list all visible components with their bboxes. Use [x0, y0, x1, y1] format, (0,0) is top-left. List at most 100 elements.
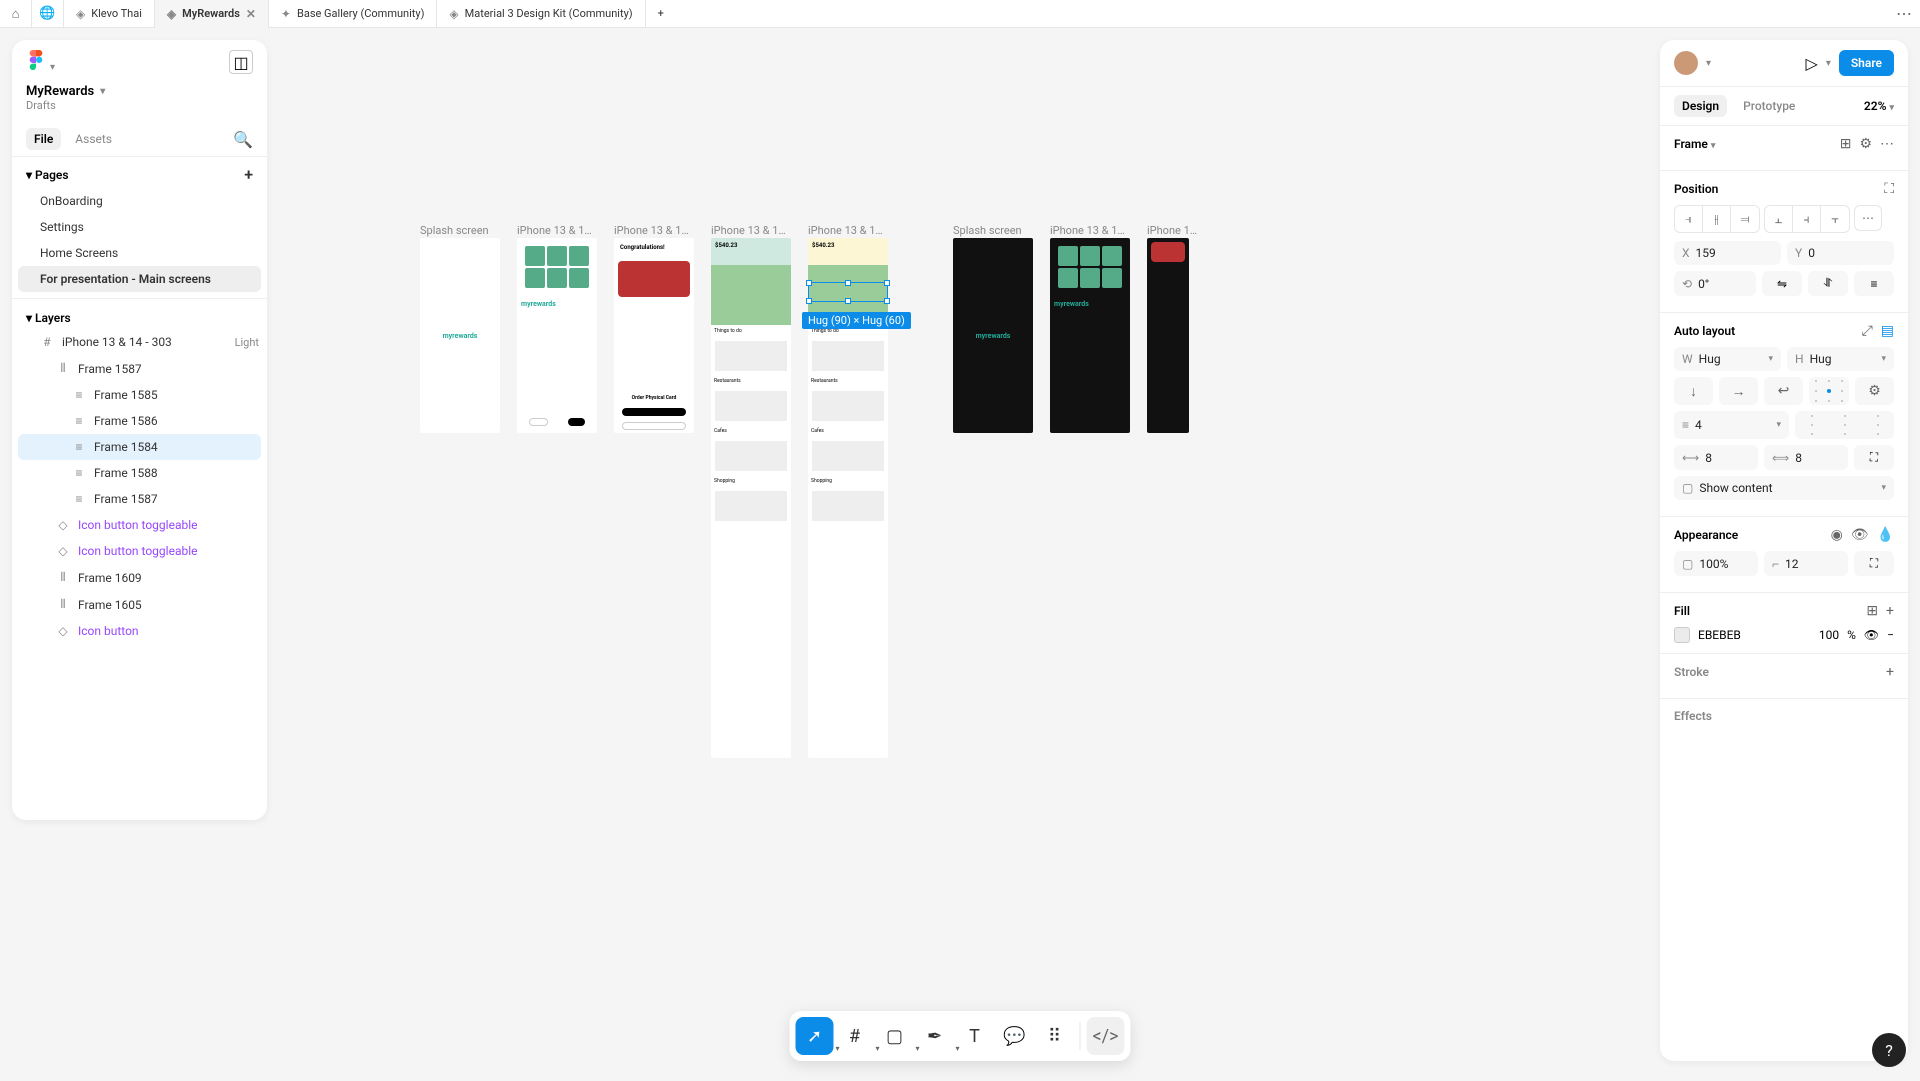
frame-label[interactable]: iPhone 13 & 1…	[614, 224, 689, 237]
styles-icon[interactable]: ⊞	[1866, 603, 1878, 619]
direction-right[interactable]: →	[1719, 377, 1758, 405]
chevron-down-icon[interactable]: ▾	[1826, 58, 1831, 69]
new-tab-button[interactable]: +	[646, 0, 676, 28]
tool-text[interactable]: T	[956, 1017, 994, 1055]
droplet-icon[interactable]: 💧	[1877, 527, 1894, 543]
page-onboarding[interactable]: OnBoarding	[12, 188, 267, 214]
canvas[interactable]: Splash screen iPhone 13 & 1… iPhone 13 &…	[280, 40, 1660, 1081]
align-hcenter[interactable]: ⫲	[1703, 206, 1731, 232]
layer-frame-1587b[interactable]: ≡Frame 1587	[12, 486, 267, 512]
frame-label[interactable]: Splash screen	[420, 224, 489, 237]
panel-toggle[interactable]: ◫	[229, 50, 253, 74]
figma-menu[interactable]: ▾	[26, 50, 55, 74]
align-right[interactable]: ⫤	[1731, 206, 1759, 232]
layer-frame-1584[interactable]: ≡Frame 1584	[18, 434, 261, 460]
frame-label[interactable]: iPhone 13 & 1…	[808, 224, 883, 237]
close-icon[interactable]: ✕	[246, 7, 256, 21]
field-width[interactable]: WHug▾	[1674, 347, 1781, 371]
page-home-screens[interactable]: Home Screens	[12, 240, 267, 266]
zoom-level[interactable]: 22% ▾	[1864, 99, 1894, 113]
remove-fill[interactable]: −	[1887, 628, 1894, 642]
direction-wrap[interactable]: ↩	[1764, 377, 1803, 405]
layers-header[interactable]: ▾ Layers	[12, 298, 267, 329]
layer-frame-1588[interactable]: ≡Frame 1588	[12, 460, 267, 486]
tab-myrewards[interactable]: ◈MyRewards✕	[155, 0, 269, 28]
tool-actions[interactable]: ⠿	[1036, 1017, 1074, 1055]
layer-frame-1586[interactable]: ≡Frame 1586	[12, 408, 267, 434]
file-location[interactable]: Drafts	[12, 99, 267, 122]
field-x[interactable]: X159	[1674, 241, 1781, 265]
frame-label[interactable]: iPhone 1…	[1147, 224, 1197, 237]
artboard-onboard-dark[interactable]: myrewards	[1050, 238, 1130, 433]
autolayout-off-icon[interactable]: ⤢	[1862, 323, 1873, 339]
chevron-down-icon[interactable]: ▾	[1706, 58, 1711, 69]
direction-down[interactable]: ↓	[1674, 377, 1713, 405]
autolayout-settings[interactable]: ⚙	[1855, 377, 1894, 405]
search-icon[interactable]: 🔍	[233, 130, 253, 149]
align-bottom[interactable]: ⫟	[1821, 206, 1849, 232]
align-vcenter[interactable]: ⫞	[1793, 206, 1821, 232]
layer-frame-1605[interactable]: ⫴Frame 1605	[12, 591, 267, 618]
frame-label[interactable]: Splash screen	[953, 224, 1022, 237]
more-icon[interactable]: ⋯	[1880, 136, 1894, 152]
layer-icon-button-toggle-2[interactable]: ◇Icon button toggleable	[12, 538, 267, 564]
field-pad-h[interactable]: ⟷8	[1674, 445, 1758, 470]
pages-header[interactable]: ▾ Pages +	[12, 157, 267, 188]
individual-padding[interactable]: ⛶	[1854, 445, 1894, 470]
align-left[interactable]: ⫣	[1675, 206, 1703, 232]
artboard-congrats-dark[interactable]	[1147, 238, 1189, 433]
tab-design[interactable]: Design	[1674, 95, 1727, 117]
target-icon[interactable]: ⛶	[1884, 181, 1894, 197]
home-button[interactable]: ⌂	[0, 0, 32, 28]
tab-base-gallery[interactable]: ✦Base Gallery (Community)	[269, 0, 438, 28]
tool-move[interactable]: ➚▾	[796, 1017, 834, 1055]
page-presentation[interactable]: For presentation - Main screens	[18, 266, 261, 292]
tool-frame[interactable]: #▾	[836, 1017, 874, 1055]
file-title[interactable]: MyRewards▾	[12, 80, 267, 99]
frame-type-dropdown[interactable]: Frame ▾	[1674, 137, 1715, 151]
layer-frame-1585[interactable]: ≡Frame 1585	[12, 382, 267, 408]
blend-icon[interactable]: ◉	[1831, 527, 1843, 543]
component-icon[interactable]: ⊞	[1840, 136, 1852, 152]
flip-h-button[interactable]: ⇋	[1762, 271, 1802, 296]
fill-swatch[interactable]	[1674, 627, 1690, 643]
add-stroke[interactable]: +	[1886, 664, 1894, 680]
tab-prototype[interactable]: Prototype	[1735, 95, 1803, 117]
play-icon[interactable]: ▷	[1806, 54, 1818, 73]
frame-label[interactable]: iPhone 13 & 1…	[1050, 224, 1125, 237]
field-height[interactable]: HHug▾	[1787, 347, 1894, 371]
clip-content-dropdown[interactable]: ▢Show content▾	[1674, 476, 1894, 500]
frame-label[interactable]: iPhone 13 & 1…	[711, 224, 786, 237]
align-top[interactable]: ⫠	[1765, 206, 1793, 232]
page-settings[interactable]: Settings	[12, 214, 267, 240]
constraints-button[interactable]: ≡	[1854, 271, 1894, 296]
field-opacity[interactable]: ▢100%	[1674, 551, 1758, 576]
autolayout-on-icon[interactable]: ▤	[1881, 323, 1894, 339]
field-pad-v[interactable]: ⟺8	[1764, 445, 1848, 470]
gear-icon[interactable]: ⚙	[1859, 136, 1872, 152]
layer-icon-button-toggle-1[interactable]: ◇Icon button toggleable	[12, 512, 267, 538]
add-page-button[interactable]: +	[244, 165, 253, 184]
artboard-home-1[interactable]: $540.23 Things to do Restaurants Cafes S…	[711, 238, 791, 758]
fill-hex[interactable]: EBEBEB	[1698, 628, 1741, 642]
artboard-onboard[interactable]: myrewards	[517, 238, 597, 433]
flip-v-button[interactable]: ⥯	[1808, 271, 1848, 296]
layer-icon-button[interactable]: ◇Icon button	[12, 618, 267, 644]
tool-comment[interactable]: 💬	[996, 1017, 1034, 1055]
layer-frame-root[interactable]: #iPhone 13 & 14 - 303Light	[12, 329, 267, 355]
eye-icon[interactable]: 👁	[1851, 527, 1869, 543]
alignment-grid[interactable]	[1809, 377, 1849, 405]
layer-frame-1609[interactable]: ⫴Frame 1609	[12, 564, 267, 591]
artboard-congrats[interactable]: Congratulations! Order Physical Card	[614, 238, 694, 433]
community-button[interactable]: 🌐	[32, 0, 64, 28]
tab-material3[interactable]: ◈Material 3 Design Kit (Community)	[437, 0, 645, 28]
artboard-splash[interactable]: myrewards	[420, 238, 500, 433]
tool-shape[interactable]: ▢▾	[876, 1017, 914, 1055]
artboard-splash-dark[interactable]: myrewards	[953, 238, 1033, 433]
avatar[interactable]	[1674, 51, 1698, 75]
tab-klevo[interactable]: ◈Klevo Thai	[64, 0, 155, 28]
more-menu[interactable]: ⋯	[1888, 4, 1920, 23]
tab-assets[interactable]: Assets	[67, 128, 120, 150]
add-fill[interactable]: +	[1886, 603, 1894, 619]
align-more[interactable]: ⋯	[1854, 205, 1882, 231]
